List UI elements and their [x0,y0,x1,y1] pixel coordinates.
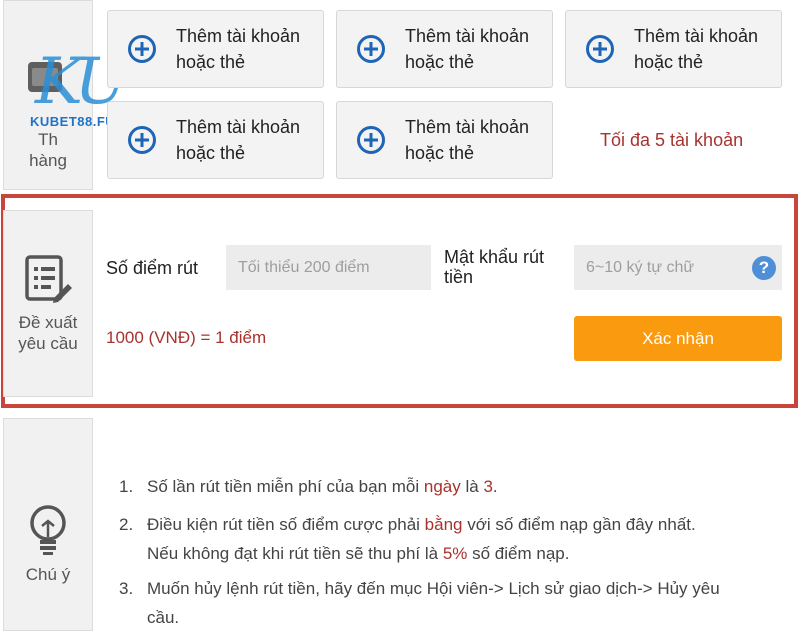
bank-label-bottom: hàng [29,151,67,170]
notice-list: 1. Số lần rút tiền miễn phí của bạn mỗi … [119,472,789,631]
add-account-card-2[interactable]: Thêm tài khoản hoặc thẻ [336,10,553,88]
add-card-label: Thêm tài khoản hoặc thẻ [634,26,759,72]
notice-section-label: Chú ý [3,418,93,631]
add-card-label: Thêm tài khoản hoặc thẻ [176,117,301,163]
points-input[interactable]: Tối thiểu 200 điểm [226,245,431,290]
plus-circle-icon [128,126,156,154]
password-placeholder: 6~10 ký tự chữ [586,258,695,276]
password-label: Mật khẩu rút tiền [444,247,545,287]
help-icon[interactable]: ? [752,256,776,280]
add-card-label: Thêm tài khoản hoặc thẻ [405,26,530,72]
bank-label-top: Th [38,130,58,149]
add-card-label: Thêm tài khoản hoặc thẻ [176,26,301,72]
withdraw-label-line1: Đề xuất [18,312,78,332]
add-account-card-4[interactable]: Thêm tài khoản hoặc thẻ [107,101,324,179]
plus-circle-icon [128,35,156,63]
points-placeholder: Tối thiểu 200 điểm [238,258,370,276]
lightbulb-icon [30,505,66,555]
notice-item-1: 1. Số lần rút tiền miễn phí của bạn mỗi … [119,477,498,496]
notice-label: Chú ý [25,565,71,584]
withdraw-label-line2: yêu cầu [18,333,78,353]
notice-item-3: 3. Muốn hủy lệnh rút tiền, hãy đến mục H… [119,579,720,627]
points-label: Số điểm rút [106,258,199,278]
plus-circle-icon [357,126,385,154]
exchange-rate: 1000 (VNĐ) = 1 điểm [106,328,267,347]
plus-circle-icon [357,35,385,63]
bank-section-label: Th hàng [3,0,93,190]
add-account-card-5[interactable]: Thêm tài khoản hoặc thẻ [336,101,553,179]
add-account-card-3[interactable]: Thêm tài khoản hoặc thẻ [565,10,782,88]
withdraw-password-input[interactable]: 6~10 ký tự chữ [574,245,782,290]
add-account-card-1[interactable]: Thêm tài khoản hoặc thẻ [107,10,324,88]
withdraw-form [1,194,798,408]
add-card-label: Thêm tài khoản hoặc thẻ [405,117,530,163]
request-form-icon [25,254,72,303]
notice-item-2: 2. Điều kiện rút tiền số điểm cược phải … [119,515,696,563]
confirm-button[interactable]: Xác nhận [574,316,782,361]
plus-circle-icon [586,35,614,63]
max-accounts-note: Tối đa 5 tài khoản [600,130,744,150]
withdraw-section-label: Đề xuất yêu cầu [3,210,93,397]
